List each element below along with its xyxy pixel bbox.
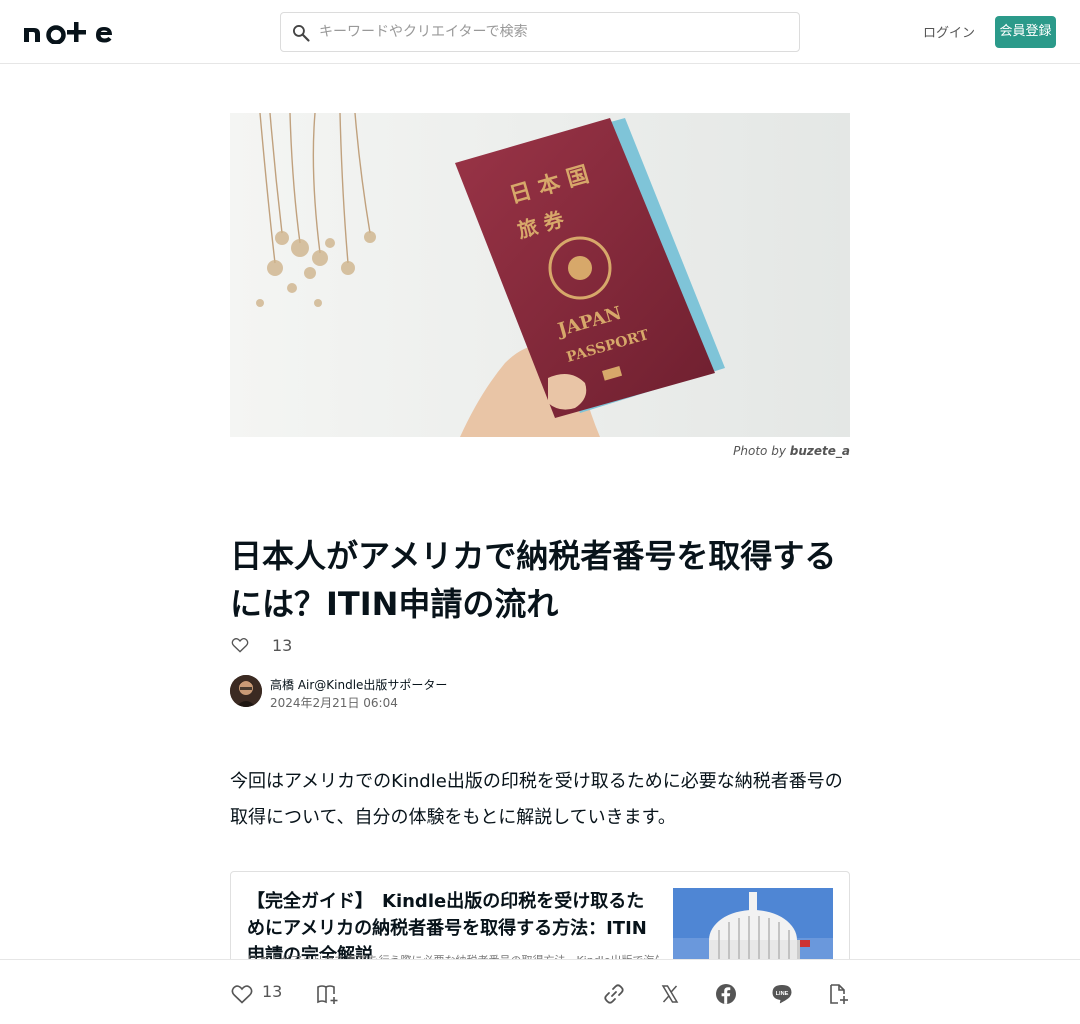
heart-icon[interactable]: [230, 635, 250, 655]
link-icon[interactable]: [602, 982, 626, 1006]
photo-credit-author[interactable]: buzete_a: [790, 444, 850, 458]
search-box[interactable]: [280, 12, 800, 52]
hero-image: 日 本 国 旅 券 JAPAN PASSPORT: [230, 113, 850, 437]
login-link[interactable]: ログイン: [920, 22, 978, 42]
article-intro: 今回はアメリカでのKindle出版の印税を受け取るために必要な納税者番号の取得に…: [230, 771, 843, 828]
embed-icon[interactable]: [826, 982, 850, 1006]
avatar[interactable]: [230, 675, 262, 707]
magazine-add-icon[interactable]: [315, 982, 339, 1006]
site-header: ログイン 会員登録: [0, 0, 1080, 64]
publish-date: 2024年2月21日 06:04: [270, 696, 398, 710]
facebook-icon[interactable]: [714, 982, 738, 1006]
svg-text:LINE: LINE: [776, 991, 789, 997]
passport-photo: 日 本 国 旅 券 JAPAN PASSPORT: [230, 113, 850, 437]
signup-button[interactable]: 会員登録: [995, 16, 1056, 48]
bottom-action-bar: 13 LINE: [0, 959, 1080, 1024]
search-input[interactable]: [319, 19, 789, 45]
heart-icon[interactable]: [230, 982, 254, 1006]
photo-credit-prefix: Photo by: [733, 444, 786, 458]
note-logo[interactable]: [24, 20, 124, 44]
article-title: 日本人がアメリカで納税者番号を取得するには？ITIN申請の流れ: [230, 537, 837, 623]
photo-credit: Photo by buzete_a: [600, 444, 850, 458]
author-name[interactable]: 高橋 Air@Kindle出版サポーター: [270, 676, 447, 693]
bottom-like-count: 13: [262, 982, 283, 1001]
line-icon[interactable]: LINE: [770, 982, 794, 1006]
search-icon: [293, 25, 310, 42]
like-count: 13: [272, 635, 293, 655]
like-summary[interactable]: 13: [230, 634, 292, 656]
x-icon[interactable]: [658, 982, 682, 1006]
